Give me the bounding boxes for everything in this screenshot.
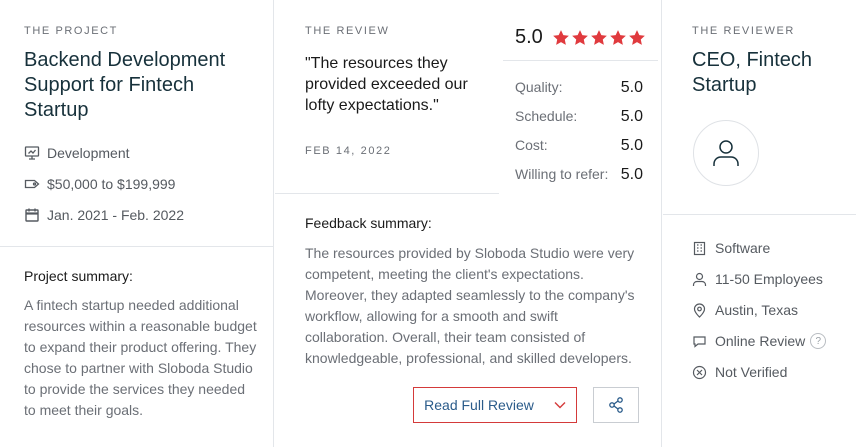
project-summary-heading: Project summary: — [24, 268, 133, 284]
project-dates-text: Jan. 2021 - Feb. 2022 — [47, 207, 184, 223]
review-section-label: THE REVIEW — [305, 25, 390, 37]
rating-value: 5.0 — [620, 166, 643, 183]
chat-bubble-icon — [692, 334, 707, 349]
project-section-label: THE PROJECT — [24, 25, 118, 37]
read-full-review-button[interactable]: Read Full Review — [413, 387, 577, 423]
reviewer-company-size-text: 11-50 Employees — [715, 271, 823, 287]
help-icon[interactable]: ? — [810, 333, 827, 349]
reviewer-section-label: THE REVIEWER — [692, 25, 795, 37]
project-budget: $50,000 to $199,999 — [24, 176, 175, 192]
project-service-text: Development — [47, 145, 130, 161]
rating-value: 5.0 — [620, 79, 643, 96]
share-icon — [609, 397, 623, 413]
star-icon — [628, 29, 645, 45]
rating-quality: Quality: 5.0 — [515, 79, 643, 97]
star-icon — [590, 29, 607, 45]
reviewer-industry: Software — [692, 240, 770, 256]
project-summary-text: A fintech startup needed additional reso… — [24, 297, 257, 418]
review-column: THE REVIEW "The resources they provided … — [275, 0, 662, 447]
rating-value: 5.0 — [620, 108, 643, 125]
project-service: Development — [24, 145, 130, 161]
reviewer-company-size: 11-50 Employees — [692, 271, 823, 287]
verification-status-text: Not Verified — [715, 364, 788, 380]
calendar-icon — [24, 207, 40, 223]
monitor-chart-icon — [24, 145, 40, 161]
x-circle-icon — [692, 365, 707, 380]
verification-status: Not Verified — [692, 364, 787, 380]
review-source: Online Review ? — [692, 333, 827, 349]
avatar — [693, 120, 759, 186]
chevron-down-icon — [554, 402, 566, 409]
star-icon — [571, 29, 588, 45]
divider — [503, 60, 658, 61]
price-tag-icon — [24, 176, 40, 192]
read-full-review-label: Read Full Review — [424, 397, 534, 413]
project-title: Backend Development Support for Fintech … — [24, 49, 226, 121]
rating-label: Willing to refer: — [515, 166, 609, 182]
feedback-summary-text: The resources provided by Sloboda Studio… — [305, 245, 635, 366]
star-icon — [609, 29, 626, 45]
reviewer-column: THE REVIEWER CEO, Fintech Startup Softwa… — [663, 0, 856, 447]
share-button[interactable] — [593, 387, 639, 423]
review-date: FEB 14, 2022 — [305, 145, 392, 157]
person-icon — [692, 272, 707, 287]
rating-value: 5.0 — [620, 137, 643, 154]
person-avatar-icon — [713, 140, 739, 166]
building-icon — [692, 241, 707, 256]
project-dates: Jan. 2021 - Feb. 2022 — [24, 207, 184, 223]
star-rating — [552, 29, 647, 47]
project-column: THE PROJECT Backend Development Support … — [0, 0, 274, 447]
location-pin-icon — [692, 302, 707, 318]
rating-label: Cost: — [515, 137, 548, 153]
review-quote: "The resources they provided exceeded ou… — [305, 55, 468, 114]
reviewer-location: Austin, Texas — [692, 302, 798, 318]
divider — [663, 214, 856, 215]
feedback-summary-heading: Feedback summary: — [305, 215, 432, 231]
reviewer-industry-text: Software — [715, 240, 771, 256]
reviewer-title: CEO, Fintech Startup — [692, 49, 813, 96]
project-budget-text: $50,000 to $199,999 — [47, 176, 176, 192]
rating-willing-to-refer: Willing to refer: 5.0 — [515, 166, 643, 184]
ratings-panel: 5.0 Quality: 5.0 Schedule: 5.0 Cost: 5.0… — [499, 0, 662, 194]
rating-schedule: Schedule: 5.0 — [515, 108, 643, 126]
overall-rating: 5.0 — [515, 26, 647, 49]
reviewer-location-text: Austin, Texas — [715, 302, 799, 318]
rating-cost: Cost: 5.0 — [515, 137, 643, 155]
rating-label: Quality: — [515, 79, 563, 95]
review-source-text: Online Review — [715, 333, 806, 349]
star-icon — [552, 29, 569, 45]
overall-score: 5.0 — [515, 26, 543, 48]
divider — [0, 246, 273, 247]
rating-label: Schedule: — [515, 108, 578, 124]
divider — [275, 193, 499, 194]
